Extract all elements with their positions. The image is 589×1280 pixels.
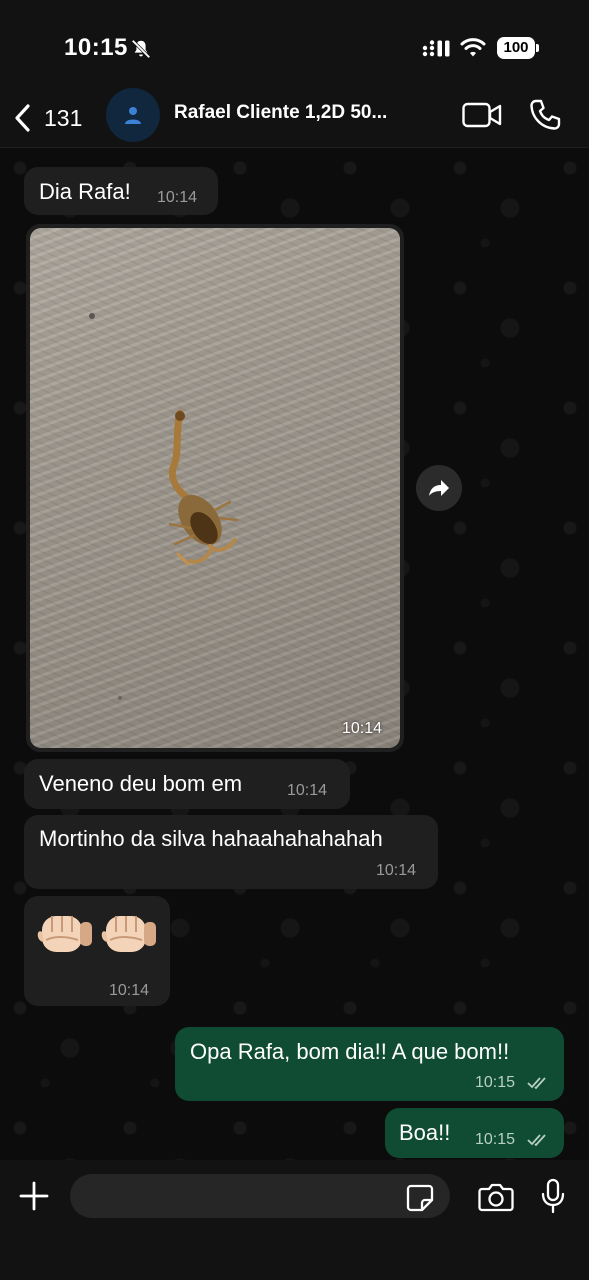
- wifi-icon: [460, 38, 486, 57]
- forward-icon: [429, 480, 449, 496]
- video-icon[interactable]: [462, 100, 502, 130]
- message-input[interactable]: [70, 1174, 450, 1218]
- battery-level: 100: [497, 37, 535, 59]
- message-bubble-outgoing[interactable]: Boa!! 10:15: [385, 1108, 564, 1158]
- phone-icon[interactable]: [528, 98, 562, 132]
- image-time: 10:14: [342, 720, 383, 737]
- message-text: Boa!!: [399, 1120, 451, 1145]
- contact-name[interactable]: Rafael Cliente 1,2D 50...: [174, 102, 387, 124]
- scorpion-photo[interactable]: [30, 228, 400, 748]
- signal-icon: [422, 40, 450, 57]
- camera-icon[interactable]: [478, 1182, 514, 1212]
- fist-emoji-icon: [101, 916, 156, 952]
- image-message[interactable]: [26, 224, 404, 752]
- double-check-icon: [527, 1134, 546, 1147]
- message-text: Dia Rafa!: [39, 179, 131, 204]
- scorpion-image: [89, 313, 239, 700]
- message-bubble-incoming[interactable]: Dia Rafa! 10:14: [24, 167, 218, 215]
- mic-icon[interactable]: [540, 1178, 566, 1214]
- forward-button[interactable]: [416, 465, 462, 511]
- composer-bar: [0, 1160, 589, 1280]
- emoji-message[interactable]: 👊🏻👊🏻 10:14: [24, 896, 170, 1006]
- status-time: 10:15: [64, 34, 128, 61]
- message-time: 10:14: [287, 782, 328, 799]
- message-time: 10:15: [475, 1131, 516, 1148]
- person-icon: [125, 107, 141, 124]
- message-time: 10:15: [475, 1074, 516, 1091]
- status-bar: 10:15 100: [0, 0, 589, 88]
- message-time: 10:14: [157, 189, 198, 206]
- battery-icon: 100: [497, 37, 539, 59]
- unread-count: 131: [44, 104, 83, 131]
- bell-off-icon: [131, 39, 151, 59]
- chevron-left-icon: [15, 104, 30, 132]
- message-text: Opa Rafa, bom dia!! A que bom!!: [190, 1039, 510, 1064]
- avatar[interactable]: [106, 88, 160, 142]
- message-time: 10:14: [376, 862, 417, 879]
- message-text: Veneno deu bom em: [39, 771, 243, 796]
- message-text: Mortinho da silva hahaahahahahah: [39, 826, 383, 851]
- fist-emoji-icon: [37, 916, 92, 952]
- message-bubble-incoming[interactable]: Mortinho da silva hahaahahahahah 10:14: [24, 815, 438, 889]
- sticker-icon[interactable]: [406, 1184, 434, 1212]
- plus-icon[interactable]: [18, 1180, 50, 1212]
- message-bubble-incoming[interactable]: Veneno deu bom em 10:14: [24, 759, 350, 809]
- back-button[interactable]: 131: [12, 100, 82, 136]
- message-time: 10:14: [109, 982, 150, 999]
- message-bubble-outgoing[interactable]: Opa Rafa, bom dia!! A que bom!! 10:15: [175, 1027, 564, 1101]
- double-check-icon: [527, 1077, 546, 1090]
- chat-header: 131 Rafael Cliente 1,2D 50...: [0, 88, 589, 148]
